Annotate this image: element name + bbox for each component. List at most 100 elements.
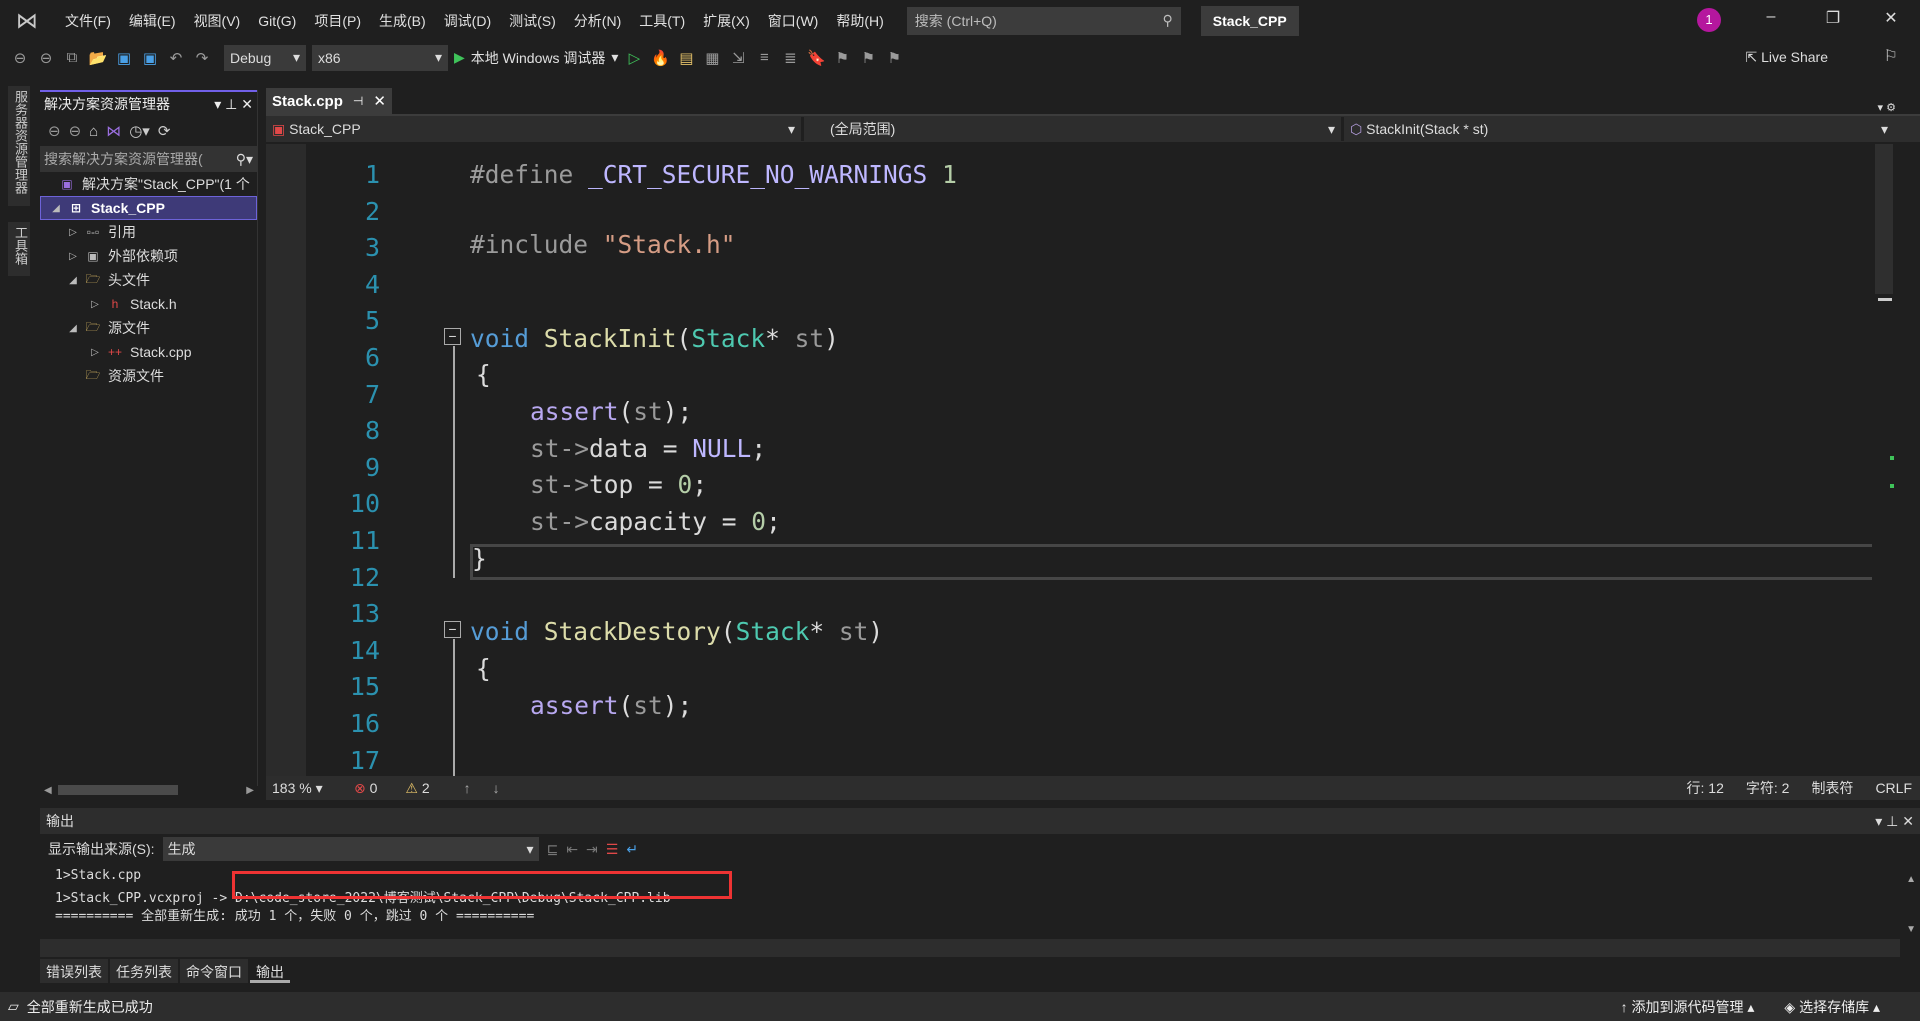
menu-project[interactable]: 项目(P)	[305, 11, 370, 31]
expanded-icon[interactable]: ◢	[47, 203, 65, 214]
back-icon[interactable]: ⊖	[48, 122, 61, 140]
next-message-icon[interactable]: ⇥	[586, 841, 598, 858]
tab-command-window[interactable]: 命令窗口	[180, 959, 248, 983]
menu-tools[interactable]: 工具(T)	[630, 11, 694, 31]
tree-references[interactable]: ▷ ▫-▫ 引用	[40, 220, 257, 244]
back-icon[interactable]: ⊖	[10, 49, 30, 67]
output-scroll-up-icon[interactable]: ▲	[1906, 874, 1916, 885]
save-all-icon[interactable]: ▣	[140, 49, 160, 67]
platform-select[interactable]: x86 ▾	[312, 44, 448, 71]
save-icon[interactable]: ▣	[114, 49, 134, 67]
bookmark-prev-icon[interactable]: ⚑	[832, 49, 852, 67]
live-share-button[interactable]: ⇱ Live Share	[1745, 49, 1828, 66]
expanded-icon[interactable]: ◢	[64, 323, 82, 334]
dropdown-icon[interactable]: ▾	[1875, 813, 1882, 829]
collapsed-icon[interactable]: ▷	[86, 299, 104, 310]
menu-extensions[interactable]: 扩展(X)	[694, 11, 759, 31]
pin-icon[interactable]: ⊣	[353, 94, 363, 108]
indent-mode[interactable]: 制表符	[1811, 778, 1853, 798]
bookmark-next-icon[interactable]: ⚑	[858, 49, 878, 67]
source-control-button[interactable]: ↑ 添加到源代码管理 ▴	[1621, 997, 1755, 1017]
forward-icon[interactable]: ⊖	[69, 122, 82, 140]
collapse-icon[interactable]: −	[444, 328, 461, 345]
prev-message-icon[interactable]: ⇤	[566, 841, 578, 858]
redo-icon[interactable]: ↷	[192, 49, 212, 67]
menu-view[interactable]: 视图(V)	[185, 11, 250, 31]
switch-view-icon[interactable]: ⋈	[106, 122, 121, 140]
tab-overflow-icon[interactable]: ▾ ⚙	[1878, 101, 1920, 114]
server-explorer-tab[interactable]: 服务器资源管理器	[8, 86, 30, 206]
vertical-scrollbar[interactable]	[1872, 144, 1896, 776]
code-area[interactable]: 1 2 3 4 5 6 7 8 9 10 11 12 13 14 15 16 17 − − #define _C…	[266, 144, 1896, 776]
close-icon[interactable]: ✕	[1902, 813, 1914, 829]
uncomment-icon[interactable]: ≣	[780, 49, 800, 67]
restore-icon[interactable]: ❐	[1818, 8, 1848, 28]
project-dropdown[interactable]: ▣ Stack_CPP ▾	[266, 117, 804, 141]
pin-icon[interactable]: ⊥	[1886, 813, 1898, 829]
tree-stack-h[interactable]: ▷ h Stack.h	[40, 292, 257, 316]
home-icon[interactable]: ⌂	[89, 123, 98, 140]
down-arrow-icon[interactable]: ↓	[493, 780, 500, 796]
error-count[interactable]: ⊗ 0	[354, 780, 377, 797]
notification-badge[interactable]: 1	[1697, 8, 1721, 32]
collapsed-icon[interactable]: ▷	[64, 251, 82, 262]
forward-icon[interactable]: ⊖	[36, 49, 56, 67]
minimize-icon[interactable]: –	[1756, 8, 1786, 26]
sync-icon[interactable]: ⟳	[158, 122, 171, 140]
tree-source-files[interactable]: ◢ 🗁 源文件	[40, 316, 257, 340]
hot-reload-icon[interactable]: 🔥	[650, 49, 670, 67]
close-icon[interactable]: ✕	[373, 92, 386, 110]
comment-icon[interactable]: ≡	[754, 49, 774, 66]
new-project-icon[interactable]: ⧉	[62, 49, 82, 66]
line-ending[interactable]: CRLF	[1875, 780, 1912, 796]
horizontal-scrollbar[interactable]: ◀ ▶	[40, 782, 258, 798]
bookmark-icon[interactable]: 🔖	[806, 49, 826, 67]
expanded-icon[interactable]: ◢	[64, 275, 82, 286]
zoom-select[interactable]: 183 % ▾	[266, 780, 338, 797]
warning-count[interactable]: ⚠ 2	[405, 780, 429, 797]
repo-button[interactable]: ◈ 选择存储库 ▴	[1784, 997, 1880, 1017]
word-wrap-icon[interactable]: ↵	[626, 841, 638, 858]
member-dropdown[interactable]: ⬡ StackInit(Stack * st) ▾	[1344, 117, 1894, 141]
menu-help[interactable]: 帮助(H)	[827, 11, 892, 31]
output-horizontal-scrollbar[interactable]	[40, 939, 1900, 957]
menu-debug[interactable]: 调试(D)	[435, 11, 500, 31]
tree-header-files[interactable]: ◢ 🗁 头文件	[40, 268, 257, 292]
menu-build[interactable]: 生成(B)	[370, 11, 435, 31]
clear-all-icon[interactable]: ☰	[606, 841, 619, 858]
menu-file[interactable]: 文件(F)	[56, 11, 120, 31]
configuration-select[interactable]: Debug ▾	[224, 44, 306, 71]
tab-error-list[interactable]: 错误列表	[40, 959, 108, 983]
output-scroll-down-icon[interactable]: ▼	[1906, 924, 1916, 935]
start-without-debugging-icon[interactable]: ▷	[624, 49, 644, 67]
collapsed-icon[interactable]: ▷	[86, 347, 104, 358]
tree-resource-files[interactable]: 🗁 资源文件	[40, 364, 257, 388]
solution-search-input[interactable]: 搜索解决方案资源管理器( ⚲▾	[40, 146, 257, 172]
menu-analyze[interactable]: 分析(N)	[565, 11, 630, 31]
solution-folder-icon[interactable]: ▤	[676, 49, 696, 67]
open-icon[interactable]: 📂	[88, 49, 108, 67]
tree-project[interactable]: ◢ ⊞ Stack_CPP	[40, 196, 257, 220]
up-arrow-icon[interactable]: ↑	[464, 780, 471, 796]
bookmark-clear-icon[interactable]: ⚑	[884, 49, 904, 67]
search-input[interactable]: 搜索 (Ctrl+Q) ⚲	[906, 6, 1181, 35]
collapse-icon[interactable]: −	[444, 621, 461, 638]
menu-edit[interactable]: 编辑(E)	[120, 11, 185, 31]
feedback-icon[interactable]: ⚐	[1884, 46, 1898, 66]
scope-dropdown[interactable]: (全局范围) ▾	[804, 117, 1344, 141]
output-text[interactable]: 1>Stack.cpp 1>Stack_CPP.vcxproj -> D:\co…	[40, 868, 1900, 940]
tab-stack-cpp[interactable]: Stack.cpp ⊣ ✕	[266, 88, 392, 114]
tree-external-deps[interactable]: ▷ ▣ 外部依赖项	[40, 244, 257, 268]
collapsed-icon[interactable]: ▷	[64, 227, 82, 238]
toolbox-tab[interactable]: 工具箱	[8, 222, 30, 276]
menu-window[interactable]: 窗口(W)	[759, 11, 828, 31]
undo-icon[interactable]: ↶	[166, 49, 186, 67]
menu-git[interactable]: Git(G)	[249, 13, 305, 29]
find-message-icon[interactable]: ⊑	[547, 841, 559, 858]
dropdown-icon[interactable]: ▾	[214, 96, 221, 112]
start-debugging-button[interactable]: ▶ 本地 Windows 调试器 ▾	[454, 48, 618, 68]
menu-test[interactable]: 测试(S)	[500, 11, 565, 31]
tree-solution[interactable]: ▣ 解决方案"Stack_CPP"(1 个	[40, 172, 257, 196]
tab-output[interactable]: 输出	[250, 959, 290, 983]
format-icon[interactable]: ▦	[702, 49, 722, 67]
